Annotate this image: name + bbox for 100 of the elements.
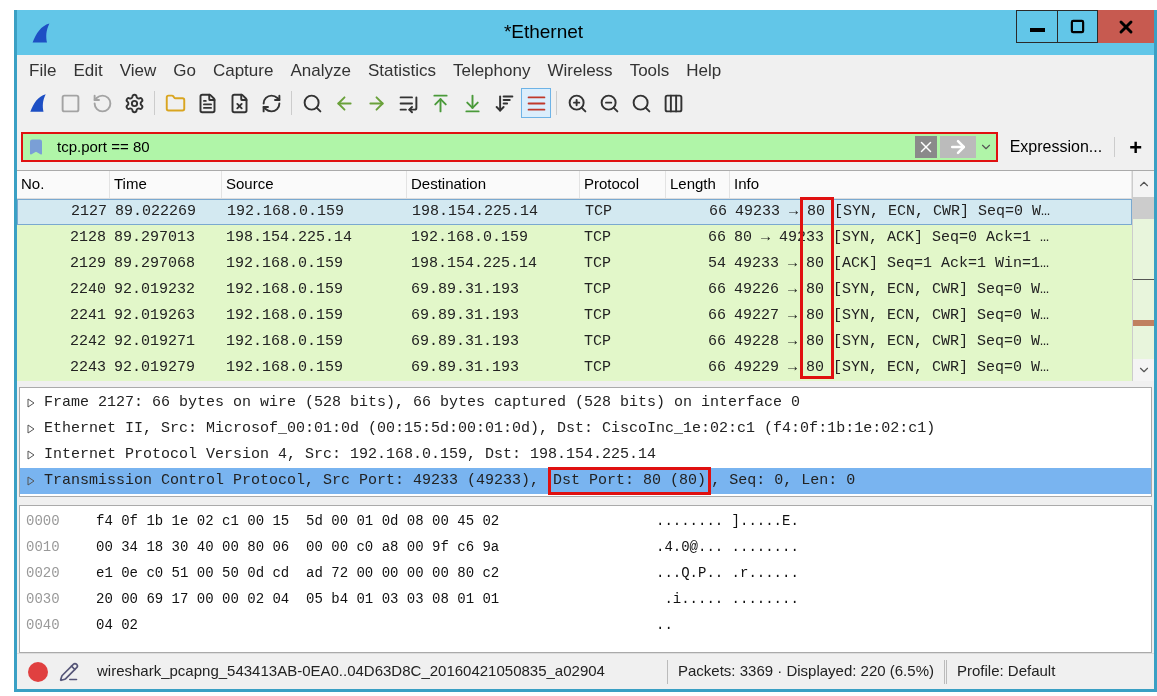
edit-comment-icon[interactable] (59, 661, 79, 682)
packet-destination: 198.154.225.14 (411, 201, 540, 222)
packet-source: 198.154.225.14 (225, 227, 354, 248)
expand-icon[interactable] (26, 424, 36, 434)
columns-icon (662, 92, 684, 114)
hex-offset: 0020 (26, 564, 61, 583)
packet-destination: 69.89.31.193 (410, 357, 521, 378)
detail-row[interactable]: Transmission Control Protocol, Src Port: 49233 (49233), Dst Port: 80 (80) , Seq: 0, Len: 0 (20, 468, 1151, 494)
packet-info: 49227 → 80 [SYN, ECN, CWR] Seq=0 W… (733, 305, 1051, 326)
menu-item[interactable]: View (113, 57, 163, 84)
packet-row[interactable]: 2243 92.019279 192.168.0.159 69.89.31.193 TCP 66 49229 → 80 [SYN, ECN, CWR] Seq=0 W… (17, 355, 1132, 381)
hex-ascii: .i..... ........ (663, 590, 799, 609)
filter-text: tcp.port == 80 (56, 136, 151, 157)
packet-row[interactable]: 2241 92.019263 192.168.0.159 69.89.31.193 TCP 66 49227 → 80 [SYN, ECN, CWR] Seq=0 W… (17, 303, 1132, 329)
detail-text: Transmission Control Protocol, Src Port: 49233 (49233), (44, 470, 541, 491)
menu-item[interactable]: Go (167, 57, 202, 84)
minimize-button[interactable] (1016, 10, 1058, 43)
hex-ascii: ...Q.P.. .r...... (656, 564, 799, 583)
expand-icon[interactable] (26, 398, 36, 408)
clear-filter-button[interactable] (914, 136, 937, 158)
packet-destination: 192.168.0.159 (410, 227, 530, 248)
packet-info: 49229 → 80 [SYN, ECN, CWR] Seq=0 W… (733, 357, 1051, 378)
hex-bytes: e1 0e c0 51 00 50 0d cd ad 72 00 00 00 00 80 c2 (96, 564, 501, 583)
status-dot-icon[interactable] (27, 660, 49, 683)
hex-offset: 0040 (26, 616, 61, 635)
restart-icon (91, 92, 113, 114)
packet-source: 192.168.0.159 (225, 253, 345, 274)
hex-bytes: 04 02 (96, 616, 139, 635)
column-header[interactable]: Protocol (580, 171, 666, 198)
zoom-in-icon (566, 92, 588, 114)
menu-item[interactable]: Tools (623, 57, 676, 84)
packet-number: 2243 (69, 357, 107, 378)
packet-number: 2129 (69, 253, 107, 274)
packet-length: 66 (707, 227, 727, 248)
detail-text: Frame 2127: 66 bytes on wire (528 bits), 66 bytes captured (528 bits) on interface 0 (44, 392, 801, 413)
detail-text: , Seq: 0, Len: 0 (711, 470, 856, 491)
packet-minimap[interactable] (1133, 197, 1154, 359)
packet-time: 92.019279 (113, 357, 196, 378)
menu-item[interactable]: Capture (206, 57, 280, 84)
packet-length: 66 (707, 331, 727, 352)
reload-icon (260, 92, 282, 114)
packet-number: 2242 (69, 331, 107, 352)
packet-time: 89.022269 (114, 201, 197, 222)
packet-destination: 69.89.31.193 (410, 331, 521, 352)
packet-number: 2240 (69, 279, 107, 300)
expression-button[interactable]: Expression... (1003, 135, 1109, 159)
menu-item[interactable]: Help (680, 57, 728, 84)
expand-icon[interactable] (26, 450, 36, 460)
menu-item[interactable]: Telephony (446, 57, 537, 84)
detail-text: Ethernet II, Src: Microsof_00:01:0d (00:15:5d:00:01:0d), Dst: CiscoInc_1e:02:c1 (f4:0f:1b:1e:02:c1) (44, 418, 936, 439)
packet-row[interactable]: 2129 89.297068 192.168.0.159 198.154.225.14 TCP 54 49233 → 80 [ACK] Seq=1 Ack=1 Win=1… (17, 251, 1132, 277)
settings-icon (123, 92, 145, 114)
menu-item[interactable]: Wireless (541, 57, 619, 84)
maximize-button[interactable] (1058, 10, 1098, 43)
packet-source: 192.168.0.159 (225, 357, 345, 378)
close-button[interactable] (1098, 10, 1154, 43)
packet-time: 92.019271 (113, 331, 196, 352)
packet-row[interactable]: 2242 92.019271 192.168.0.159 69.89.31.193 TCP 66 49228 → 80 [SYN, ECN, CWR] Seq=0 W… (17, 329, 1132, 355)
menu-item[interactable]: File (23, 57, 63, 84)
display-filter-field[interactable]: tcp.port == 80 (21, 132, 998, 162)
packet-protocol: TCP (583, 357, 612, 378)
capture-file-name: wireshark_pcapng_543413AB-0EA0..04D63D8C_20160421050835_a02904 (97, 661, 606, 682)
window-title: *Ethernet (503, 20, 584, 45)
packet-protocol: TCP (584, 201, 613, 222)
column-header[interactable]: Source (222, 171, 407, 198)
menu-item[interactable]: Edit (67, 57, 109, 84)
column-header[interactable]: Destination (407, 171, 580, 198)
expand-icon[interactable] (26, 476, 36, 486)
packet-protocol: TCP (583, 279, 612, 300)
packet-info: 49233 → 80 [SYN, ECN, CWR] Seq=0 W… (734, 201, 1052, 222)
detail-row[interactable]: Internet Protocol Version 4, Src: 192.168.0.159, Dst: 198.154.225.14 (20, 442, 1151, 468)
hex-bytes: 00 34 18 30 40 00 80 06 00 00 c0 a8 00 9f c6 9a (96, 538, 501, 557)
packet-info: 49226 → 80 [SYN, ECN, CWR] Seq=0 W… (733, 279, 1051, 300)
column-header[interactable]: Time (110, 171, 222, 198)
packet-length: 66 (707, 279, 727, 300)
profile-label[interactable]: Profile: Default (956, 660, 1056, 683)
packet-source: 192.168.0.159 (225, 305, 345, 326)
zoom-out-icon (598, 92, 620, 114)
detail-row[interactable]: Ethernet II, Src: Microsof_00:01:0d (00:15:5d:00:01:0d), Dst: CiscoInc_1e:02:c1 (f4:0f:1b:1e:02:c1) (20, 416, 1151, 442)
packet-destination: 198.154.225.14 (410, 253, 539, 274)
hex-offset: 0010 (26, 538, 61, 557)
packet-source: 192.168.0.159 (225, 279, 345, 300)
menu-item[interactable]: Analyze (284, 57, 357, 84)
packet-row[interactable]: 2127 89.022269 192.168.0.159 198.154.225.14 TCP 66 49233 → 80 [SYN, ECN, CWR] Seq=0 W… (17, 199, 1132, 225)
folder-icon (164, 92, 186, 114)
packet-length: 66 (708, 201, 728, 222)
menu-item[interactable]: Statistics (361, 57, 442, 84)
column-header[interactable]: Length (666, 171, 730, 198)
add-button[interactable]: + (1121, 130, 1150, 164)
column-header[interactable]: No. (17, 171, 110, 198)
packet-info: 49228 → 80 [SYN, ECN, CWR] Seq=0 W… (733, 331, 1051, 352)
packet-number: 2128 (69, 227, 107, 248)
packet-destination: 69.89.31.193 (410, 305, 521, 326)
hex-bytes: f4 0f 1b 1e 02 c1 00 15 5d 00 01 0d 08 00 45 02 (96, 512, 501, 531)
maximize-icon (1070, 19, 1085, 34)
hex-offset: 0000 (26, 512, 61, 531)
packet-time: 89.297013 (113, 227, 196, 248)
lines-button[interactable] (521, 88, 551, 118)
packet-row[interactable]: 2240 92.019232 192.168.0.159 69.89.31.193 TCP 66 49226 → 80 [SYN, ECN, CWR] Seq=0 W… (17, 277, 1132, 303)
detail-row[interactable]: Frame 2127: 66 bytes on wire (528 bits), 66 bytes captured (528 bits) on interface 0 (20, 390, 1151, 416)
